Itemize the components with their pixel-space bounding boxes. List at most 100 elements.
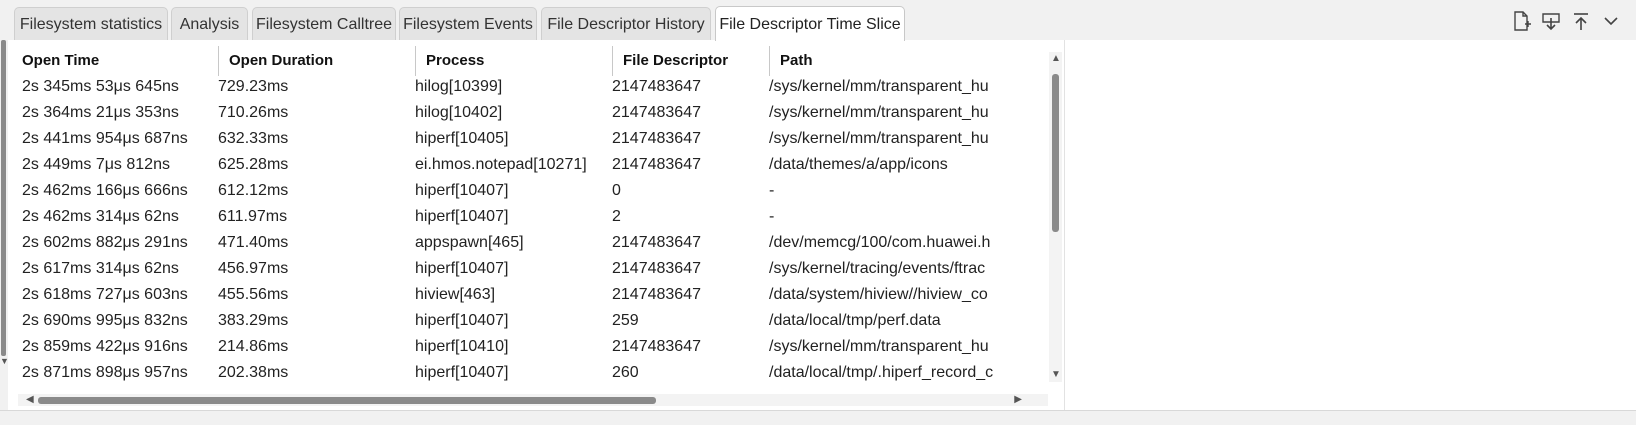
file-descriptor-table: Open Time Open Duration Process File Des… (12, 46, 1062, 398)
cell-open-duration: 611.97ms (218, 208, 288, 225)
table-row[interactable]: 2s 441ms 954μs 687ns 632.33ms hiperf[104… (12, 125, 1062, 152)
column-header-path[interactable]: Path (769, 46, 1009, 76)
cell-open-time: 2s 345ms 53μs 645ns (22, 78, 179, 95)
cell-open-duration: 729.23ms (218, 78, 289, 95)
tab-filesystem-calltree[interactable]: Filesystem Calltree (252, 7, 396, 40)
cell-open-time: 2s 449ms 7μs 812ns (22, 156, 170, 173)
horizontal-scroll-thumb[interactable] (38, 397, 656, 404)
cell-process: hiperf[10407] (415, 364, 509, 381)
cell-open-duration: 456.97ms (218, 260, 289, 277)
cell-process: hilog[10402] (415, 104, 503, 121)
cell-path: /data/local/tmp/perf.data (769, 312, 941, 329)
table-row[interactable]: 2s 617ms 314μs 62ns 456.97ms hiperf[1040… (12, 255, 1062, 282)
cell-open-duration: 471.40ms (218, 234, 289, 251)
cell-open-time: 2s 871ms 898μs 957ns (22, 364, 188, 381)
cell-open-time: 2s 462ms 166μs 666ns (22, 182, 188, 199)
pane-divider[interactable] (1064, 40, 1065, 410)
scroll-right-icon[interactable]: ▶ (1014, 394, 1022, 406)
cell-file-descriptor: 2147483647 (612, 260, 701, 277)
scroll-down-icon[interactable]: ▼ (1051, 370, 1061, 380)
cell-process: appspawn[465] (415, 234, 524, 251)
table-row[interactable]: 2s 462ms 314μs 62ns 611.97ms hiperf[1040… (12, 203, 1062, 230)
table-row[interactable]: 2s 618ms 727μs 603ns 455.56ms hiview[463… (12, 281, 1062, 308)
left-scrollbar[interactable] (0, 40, 8, 370)
cell-path: /sys/kernel/mm/transparent_hu (769, 104, 989, 121)
cell-open-duration: 625.28ms (218, 156, 289, 173)
cell-file-descriptor: 2147483647 (612, 338, 701, 355)
left-scrollbar-thumb[interactable] (1, 40, 6, 356)
cell-process: hiperf[10410] (415, 338, 509, 355)
tab-analysis[interactable]: Analysis (171, 7, 248, 40)
cell-open-time: 2s 859ms 422μs 916ns (22, 338, 188, 355)
cell-process: ei.hmos.notepad[10271] (415, 156, 587, 173)
cell-process: hiperf[10407] (415, 312, 509, 329)
tab-filesystem-events[interactable]: Filesystem Events (399, 7, 537, 40)
cell-open-duration: 383.29ms (218, 312, 289, 329)
cell-file-descriptor: 260 (612, 364, 639, 381)
cell-open-time: 2s 441ms 954μs 687ns (22, 130, 188, 147)
cell-path: /sys/kernel/mm/transparent_hu (769, 78, 989, 95)
table-row[interactable]: 2s 602ms 882μs 291ns 471.40ms appspawn[4… (12, 229, 1062, 256)
cell-path: /data/local/tmp/.hiperf_record_c (769, 364, 994, 381)
cell-open-time: 2s 618ms 727μs 603ns (22, 286, 188, 303)
column-header-open-duration[interactable]: Open Duration (218, 46, 415, 76)
cell-file-descriptor: 2147483647 (612, 286, 701, 303)
cell-file-descriptor: 2147483647 (612, 156, 701, 173)
tab-file-descriptor-history[interactable]: File Descriptor History (541, 7, 711, 40)
cell-path: /sys/kernel/tracing/events/ftrac (769, 260, 986, 277)
cell-path: /data/themes/a/app/icons (769, 156, 948, 173)
cell-open-duration: 455.56ms (218, 286, 289, 303)
scroll-left-icon[interactable]: ◀ (26, 394, 34, 406)
cell-file-descriptor: 2147483647 (612, 78, 701, 95)
cell-file-descriptor: 2147483647 (612, 234, 701, 251)
cell-path: /sys/kernel/mm/transparent_hu (769, 338, 989, 355)
cell-open-time: 2s 602ms 882μs 291ns (22, 234, 188, 251)
cell-open-duration: 214.86ms (218, 338, 289, 355)
cell-open-duration: 710.26ms (218, 104, 289, 121)
cell-open-time: 2s 617ms 314μs 62ns (22, 260, 179, 277)
upload-top-icon[interactable] (1570, 10, 1592, 32)
table-row[interactable]: 2s 859ms 422μs 916ns 214.86ms hiperf[104… (12, 333, 1062, 360)
cell-file-descriptor: 259 (612, 312, 639, 329)
caret-down-icon: ▼ (0, 356, 9, 366)
table-row[interactable]: 2s 449ms 7μs 812ns 625.28ms ei.hmos.note… (12, 151, 1062, 178)
chevron-down-icon[interactable] (1600, 10, 1622, 32)
bottom-status-bar (0, 410, 1636, 425)
scroll-up-icon[interactable]: ▲ (1051, 54, 1061, 64)
cell-file-descriptor: 0 (612, 182, 621, 199)
download-icon[interactable] (1540, 10, 1562, 32)
column-header-process[interactable]: Process (415, 46, 612, 76)
cell-open-time: 2s 690ms 995μs 832ns (22, 312, 188, 329)
cell-process: hiperf[10407] (415, 208, 509, 225)
tab-filesystem-statistics[interactable]: Filesystem statistics (14, 7, 168, 40)
file-add-icon[interactable] (1510, 10, 1532, 32)
tab-bar: Filesystem statistics Analysis Filesyste… (0, 0, 1636, 41)
cell-open-time: 2s 462ms 314μs 62ns (22, 208, 179, 225)
table-vertical-scrollbar[interactable]: ▲ ▼ (1049, 52, 1062, 382)
cell-path: - (769, 208, 775, 225)
tab-file-descriptor-time-slice[interactable]: File Descriptor Time Slice (715, 6, 905, 41)
cell-process: hiperf[10407] (415, 182, 509, 199)
cell-process: hiperf[10405] (415, 130, 509, 147)
cell-open-duration: 612.12ms (218, 182, 289, 199)
cell-process: hiview[463] (415, 286, 496, 303)
cell-path: /data/system/hiview//hiview_co (769, 286, 988, 303)
cell-file-descriptor: 2147483647 (612, 130, 701, 147)
vertical-scroll-thumb[interactable] (1052, 74, 1059, 232)
table-horizontal-scrollbar[interactable]: ◀ ▶ (18, 394, 1048, 406)
cell-open-duration: 202.38ms (218, 364, 289, 381)
cell-open-time: 2s 364ms 21μs 353ns (22, 104, 179, 121)
table-row[interactable]: 2s 690ms 995μs 832ns 383.29ms hiperf[104… (12, 307, 1062, 334)
cell-path: /sys/kernel/mm/transparent_hu (769, 130, 989, 147)
table-header: Open Time Open Duration Process File Des… (12, 46, 1062, 76)
cell-file-descriptor: 2 (612, 208, 621, 225)
table-row[interactable]: 2s 462ms 166μs 666ns 612.12ms hiperf[104… (12, 177, 1062, 204)
cell-process: hilog[10399] (415, 78, 503, 95)
cell-file-descriptor: 2147483647 (612, 104, 701, 121)
table-row[interactable]: 2s 345ms 53μs 645ns 729.23ms hilog[10399… (12, 73, 1062, 100)
cell-path: /dev/memcg/100/com.huawei.h (769, 234, 991, 251)
table-row[interactable]: 2s 364ms 21μs 353ns 710.26ms hilog[10402… (12, 99, 1062, 126)
column-header-file-descriptor[interactable]: File Descriptor (612, 46, 769, 76)
table-row[interactable]: 2s 871ms 898μs 957ns 202.38ms hiperf[104… (12, 359, 1062, 386)
column-header-open-time[interactable]: Open Time (12, 46, 218, 76)
